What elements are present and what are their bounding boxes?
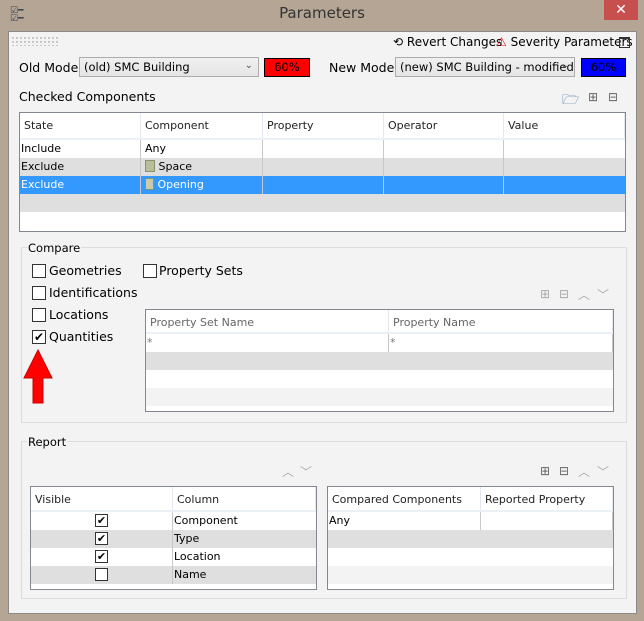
property-set-cell: * <box>146 334 389 352</box>
space-icon <box>145 160 155 172</box>
table-row[interactable]: Name <box>31 566 316 584</box>
drag-grip[interactable] <box>11 36 59 46</box>
column-cell: Location <box>174 550 221 563</box>
property-name-cell: * <box>389 334 613 352</box>
table-row-selected[interactable]: Exclude Opening <box>20 176 625 194</box>
move-up-icon[interactable]: ︿ <box>282 463 294 480</box>
old-model-percent: 60% <box>264 58 310 77</box>
empty-row <box>328 530 613 548</box>
empty-row <box>146 352 613 370</box>
quantities-label: Quantities <box>49 329 114 344</box>
table-row[interactable]: * * <box>146 334 613 352</box>
col-value[interactable]: Value <box>504 113 625 138</box>
col-column[interactable]: Column <box>173 487 316 510</box>
move-up-icon[interactable]: ︿ <box>578 286 590 303</box>
geometries-label: Geometries <box>49 263 122 278</box>
component-cell: Any <box>141 140 263 158</box>
old-model-label: Old Model <box>19 60 82 75</box>
warning-icon: ⚠ <box>496 35 507 49</box>
column-cell: Name <box>174 568 207 581</box>
old-model-select[interactable]: (old) SMC Building ⌄ <box>79 57 259 77</box>
property-sets-checkbox[interactable] <box>143 264 157 278</box>
visible-checkbox[interactable] <box>95 568 108 581</box>
empty-row <box>328 566 613 584</box>
new-model-percent: 60% <box>581 58 626 77</box>
table-row[interactable]: Any <box>328 512 613 530</box>
chevron-down-icon: ⌄ <box>244 60 253 71</box>
col-state[interactable]: State <box>20 113 141 138</box>
compared-component-cell: Any <box>328 512 481 530</box>
old-model-value: (old) SMC Building <box>84 60 190 74</box>
add-row-icon[interactable]: ⊞ <box>588 90 598 104</box>
empty-row <box>328 548 613 566</box>
move-down-icon[interactable]: ﹀ <box>597 286 609 303</box>
move-down-icon[interactable]: ﹀ <box>300 463 312 480</box>
visible-checkbox[interactable]: ✔ <box>95 550 108 563</box>
col-visible[interactable]: Visible <box>31 487 173 510</box>
table-row[interactable]: ✔ Component <box>31 512 316 530</box>
revert-icon: ⟲ <box>393 35 404 49</box>
delete-row-icon[interactable]: ⊟ <box>559 287 569 301</box>
add-row-icon[interactable]: ⊞ <box>540 287 550 301</box>
visible-checkbox[interactable]: ✔ <box>95 514 108 527</box>
identifications-checkbox[interactable] <box>32 286 46 300</box>
quantities-checkbox[interactable]: ✔ <box>32 330 46 344</box>
geometries-checkbox[interactable] <box>32 264 46 278</box>
opening-icon <box>145 178 154 190</box>
component-cell: Space <box>158 160 193 173</box>
close-button[interactable]: ✕ <box>604 0 638 20</box>
move-up-icon[interactable]: ︿ <box>578 463 590 480</box>
property-sets-table: Property Set Name Property Name * * <box>145 309 614 412</box>
severity-parameters-button[interactable]: ⚠ Severity Parameters <box>496 35 633 49</box>
report-properties-table: Compared Components Reported Property An… <box>327 486 614 590</box>
component-cell: Opening <box>157 178 204 191</box>
move-down-icon[interactable]: ﹀ <box>597 463 609 480</box>
checked-components-title: Checked Components <box>19 89 156 104</box>
col-property-name[interactable]: Property Name <box>389 310 613 332</box>
checked-components-table: State Component Property Operator Value … <box>19 112 626 232</box>
empty-row <box>146 388 613 406</box>
column-cell: Type <box>174 532 200 545</box>
delete-row-icon[interactable]: ⊟ <box>608 90 618 104</box>
table-row[interactable]: Include Any <box>20 140 625 158</box>
report-title: Report <box>27 435 68 449</box>
col-compared-components[interactable]: Compared Components <box>328 487 481 510</box>
column-cell: Component <box>174 514 238 527</box>
col-property[interactable]: Property <box>263 113 384 138</box>
empty-row <box>146 370 613 388</box>
compare-title: Compare <box>27 241 82 255</box>
col-component[interactable]: Component <box>141 113 263 138</box>
locations-label: Locations <box>49 307 109 322</box>
visible-checkbox[interactable]: ✔ <box>95 532 108 545</box>
state-cell: Exclude <box>20 158 141 176</box>
table-row[interactable]: Exclude Space <box>20 158 625 176</box>
severity-label: Severity Parameters <box>510 35 633 49</box>
delete-row-icon[interactable]: ⊟ <box>559 464 569 478</box>
table-row[interactable]: ✔ Location <box>31 548 316 566</box>
revert-label: Revert Changes <box>406 35 503 49</box>
state-cell: Include <box>20 140 141 158</box>
empty-row <box>20 194 625 212</box>
new-model-label: New Model <box>329 60 398 75</box>
property-sets-label: Property Sets <box>159 263 243 278</box>
col-operator[interactable]: Operator <box>384 113 504 138</box>
col-reported-property[interactable]: Reported Property <box>481 487 613 510</box>
report-columns-table: Visible Column ✔ Component ✔ Type ✔ Location N… <box>30 486 317 590</box>
add-row-icon[interactable]: ⊞ <box>540 464 550 478</box>
new-model-select[interactable]: (new) SMC Building - modified ⌄ <box>395 57 575 77</box>
new-model-value: (new) SMC Building - modified <box>400 60 574 74</box>
reported-property-cell <box>481 512 613 530</box>
identifications-label: Identifications <box>49 285 138 300</box>
red-arrow-annotation <box>23 348 53 404</box>
maximize-icon[interactable] <box>619 37 630 48</box>
locations-checkbox[interactable] <box>32 308 46 322</box>
open-folder-icon[interactable]: 🗁 <box>562 89 579 113</box>
table-row[interactable]: ✔ Type <box>31 530 316 548</box>
revert-changes-button[interactable]: ⟲ Revert Changes <box>393 35 502 49</box>
chevron-down-icon: ⌄ <box>560 60 569 71</box>
state-cell: Exclude <box>20 176 141 194</box>
col-property-set-name[interactable]: Property Set Name <box>146 310 389 332</box>
window-title: Parameters <box>279 4 365 22</box>
